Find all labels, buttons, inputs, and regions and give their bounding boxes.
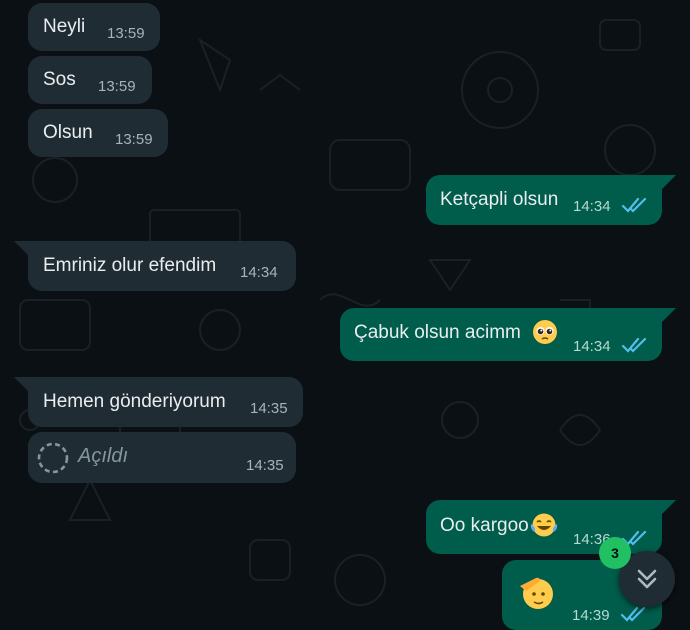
tears-of-joy-emoji-icon xyxy=(530,513,558,537)
message-bubble-incoming[interactable]: Hemen gönderiyorum 14:35 xyxy=(14,377,303,427)
message-time: 14:34 xyxy=(240,264,278,281)
bubble-tail xyxy=(14,377,28,391)
message-text: Hemen gönderiyorum xyxy=(43,391,226,412)
message-bubble-incoming[interactable]: Olsun 13:59 xyxy=(28,109,168,157)
message-bubble-incoming[interactable]: Neyli 13:59 xyxy=(28,3,160,51)
message-text: Çabuk olsun acimm xyxy=(354,322,521,343)
bubble-tail xyxy=(662,175,676,189)
message-text: Neyli xyxy=(43,16,86,37)
view-once-label: Açıldı xyxy=(78,445,129,467)
bubble-tail xyxy=(662,500,676,514)
bubble-tail xyxy=(662,308,676,322)
unread-count-badge: 3 xyxy=(599,537,631,569)
chevrons-down-icon xyxy=(637,569,657,589)
view-once-icon xyxy=(37,442,69,474)
message-time: 14:34 xyxy=(573,198,611,215)
message-bubble-outgoing[interactable]: Ketçapli olsun 14:34 xyxy=(426,175,676,225)
pleading-face-emoji-icon xyxy=(533,320,557,344)
bubble-tail xyxy=(14,241,28,255)
saluting-face-emoji-icon xyxy=(520,577,553,609)
read-ticks-icon xyxy=(621,197,647,213)
read-ticks-icon xyxy=(621,337,647,353)
message-text: Olsun xyxy=(43,122,93,143)
message-time: 14:39 xyxy=(572,607,610,624)
view-once-message[interactable]: Açıldı 14:35 xyxy=(28,432,296,483)
message-text: Oo kargoo xyxy=(440,515,529,536)
read-ticks-icon xyxy=(620,606,646,622)
message-time: 13:59 xyxy=(107,25,145,42)
message-time: 14:34 xyxy=(573,338,611,355)
message-text: Sos xyxy=(43,69,76,90)
message-time: 14:35 xyxy=(246,457,284,474)
message-bubble-incoming[interactable]: Sos 13:59 xyxy=(28,56,152,104)
message-time: 13:59 xyxy=(98,78,136,95)
message-text: Ketçapli olsun xyxy=(440,189,559,210)
message-text: Emriniz olur efendim xyxy=(43,255,217,276)
message-time: 13:59 xyxy=(115,131,153,148)
message-time: 14:35 xyxy=(250,400,288,417)
message-bubble-incoming[interactable]: Emriniz olur efendim 14:34 xyxy=(14,241,296,291)
message-bubble-outgoing[interactable]: Çabuk olsun acimm 14:34 xyxy=(340,308,676,361)
